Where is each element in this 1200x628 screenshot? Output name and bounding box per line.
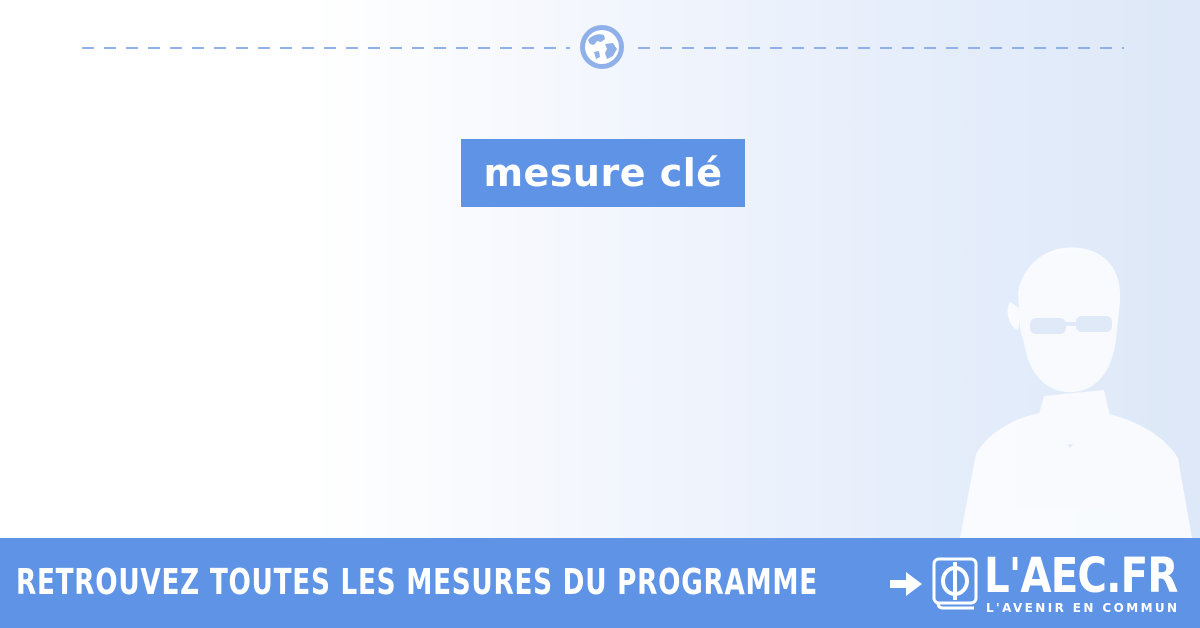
- globe-icon: [580, 25, 624, 69]
- brand-logo-text[interactable]: L'AEC.FR: [984, 550, 1178, 602]
- key-measure-badge: mesure clé: [461, 139, 745, 207]
- brand-tagline: L'AVENIR EN COMMUN: [986, 601, 1180, 615]
- divider-dash-right: [638, 47, 1124, 49]
- phi-book-icon: [932, 557, 978, 610]
- arrow-right-icon: [890, 572, 922, 596]
- divider-dash-left: [82, 47, 570, 49]
- bottom-banner[interactable]: RETROUVEZ TOUTES LES MESURES DU PROGRAMM…: [0, 538, 1200, 628]
- portrait-silhouette: [960, 247, 1192, 538]
- banner-call-to-action[interactable]: RETROUVEZ TOUTES LES MESURES DU PROGRAMM…: [16, 562, 818, 603]
